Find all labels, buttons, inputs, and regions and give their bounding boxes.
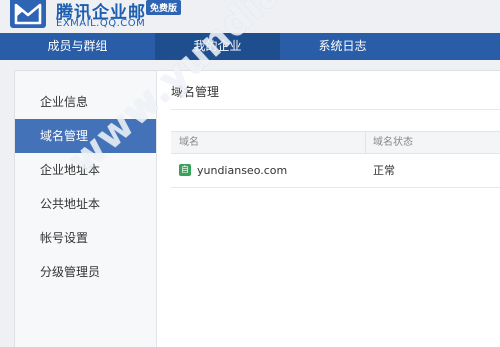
nav-my-enterprise[interactable]: 我的企业 [155, 33, 280, 60]
column-separator [365, 132, 366, 153]
sidebar-item-tiered-admins[interactable]: 分级管理员 [15, 255, 156, 289]
sidebar: 企业信息 域名管理 企业地址本 公共地址本 帐号设置 分级管理员 [15, 71, 157, 347]
table-header: 域名 域名状态 [171, 131, 500, 154]
column-header-domain-status: 域名状态 [373, 137, 413, 148]
main-content: 域名管理 域名 域名状态 自 yundianseo.com 正常 [157, 71, 500, 347]
sidebar-item-account-settings[interactable]: 帐号设置 [15, 221, 156, 255]
sidebar-item-enterprise-info[interactable]: 企业信息 [15, 85, 156, 119]
domain-icon: 自 [179, 164, 191, 176]
exmail-logo[interactable] [10, 0, 46, 28]
sidebar-item-public-address-book[interactable]: 公共地址本 [15, 187, 156, 221]
domain-cell: 自 yundianseo.com [179, 154, 287, 188]
edition-badge: 免费版 [146, 0, 182, 15]
page: 腾讯企业邮 EXMAIL.QQ.COM 免费版 成员与群组 我的企业 系统日志 … [0, 0, 500, 347]
domain-status: 正常 [373, 164, 395, 177]
top-nav: 成员与群组 我的企业 系统日志 [0, 33, 500, 60]
content-panel: 企业信息 域名管理 企业地址本 公共地址本 帐号设置 分级管理员 域名管理 域名… [14, 70, 500, 347]
sidebar-item-domain-management[interactable]: 域名管理 [15, 119, 156, 153]
table-row[interactable]: 自 yundianseo.com 正常 [171, 154, 500, 188]
domain-name: yundianseo.com [197, 164, 288, 177]
brand-domain: EXMAIL.QQ.COM [56, 18, 146, 29]
column-header-domain: 域名 [179, 137, 199, 148]
sidebar-item-enterprise-address-book[interactable]: 企业地址本 [15, 153, 156, 187]
domain-table: 域名 域名状态 自 yundianseo.com 正常 [171, 131, 500, 188]
page-title: 域名管理 [171, 85, 220, 99]
nav-system-log[interactable]: 系统日志 [280, 33, 405, 60]
title-divider [171, 109, 500, 110]
mail-envelope-icon [14, 3, 42, 25]
nav-members-groups[interactable]: 成员与群组 [0, 33, 155, 60]
brand-header: 腾讯企业邮 EXMAIL.QQ.COM 免费版 [0, 0, 500, 33]
